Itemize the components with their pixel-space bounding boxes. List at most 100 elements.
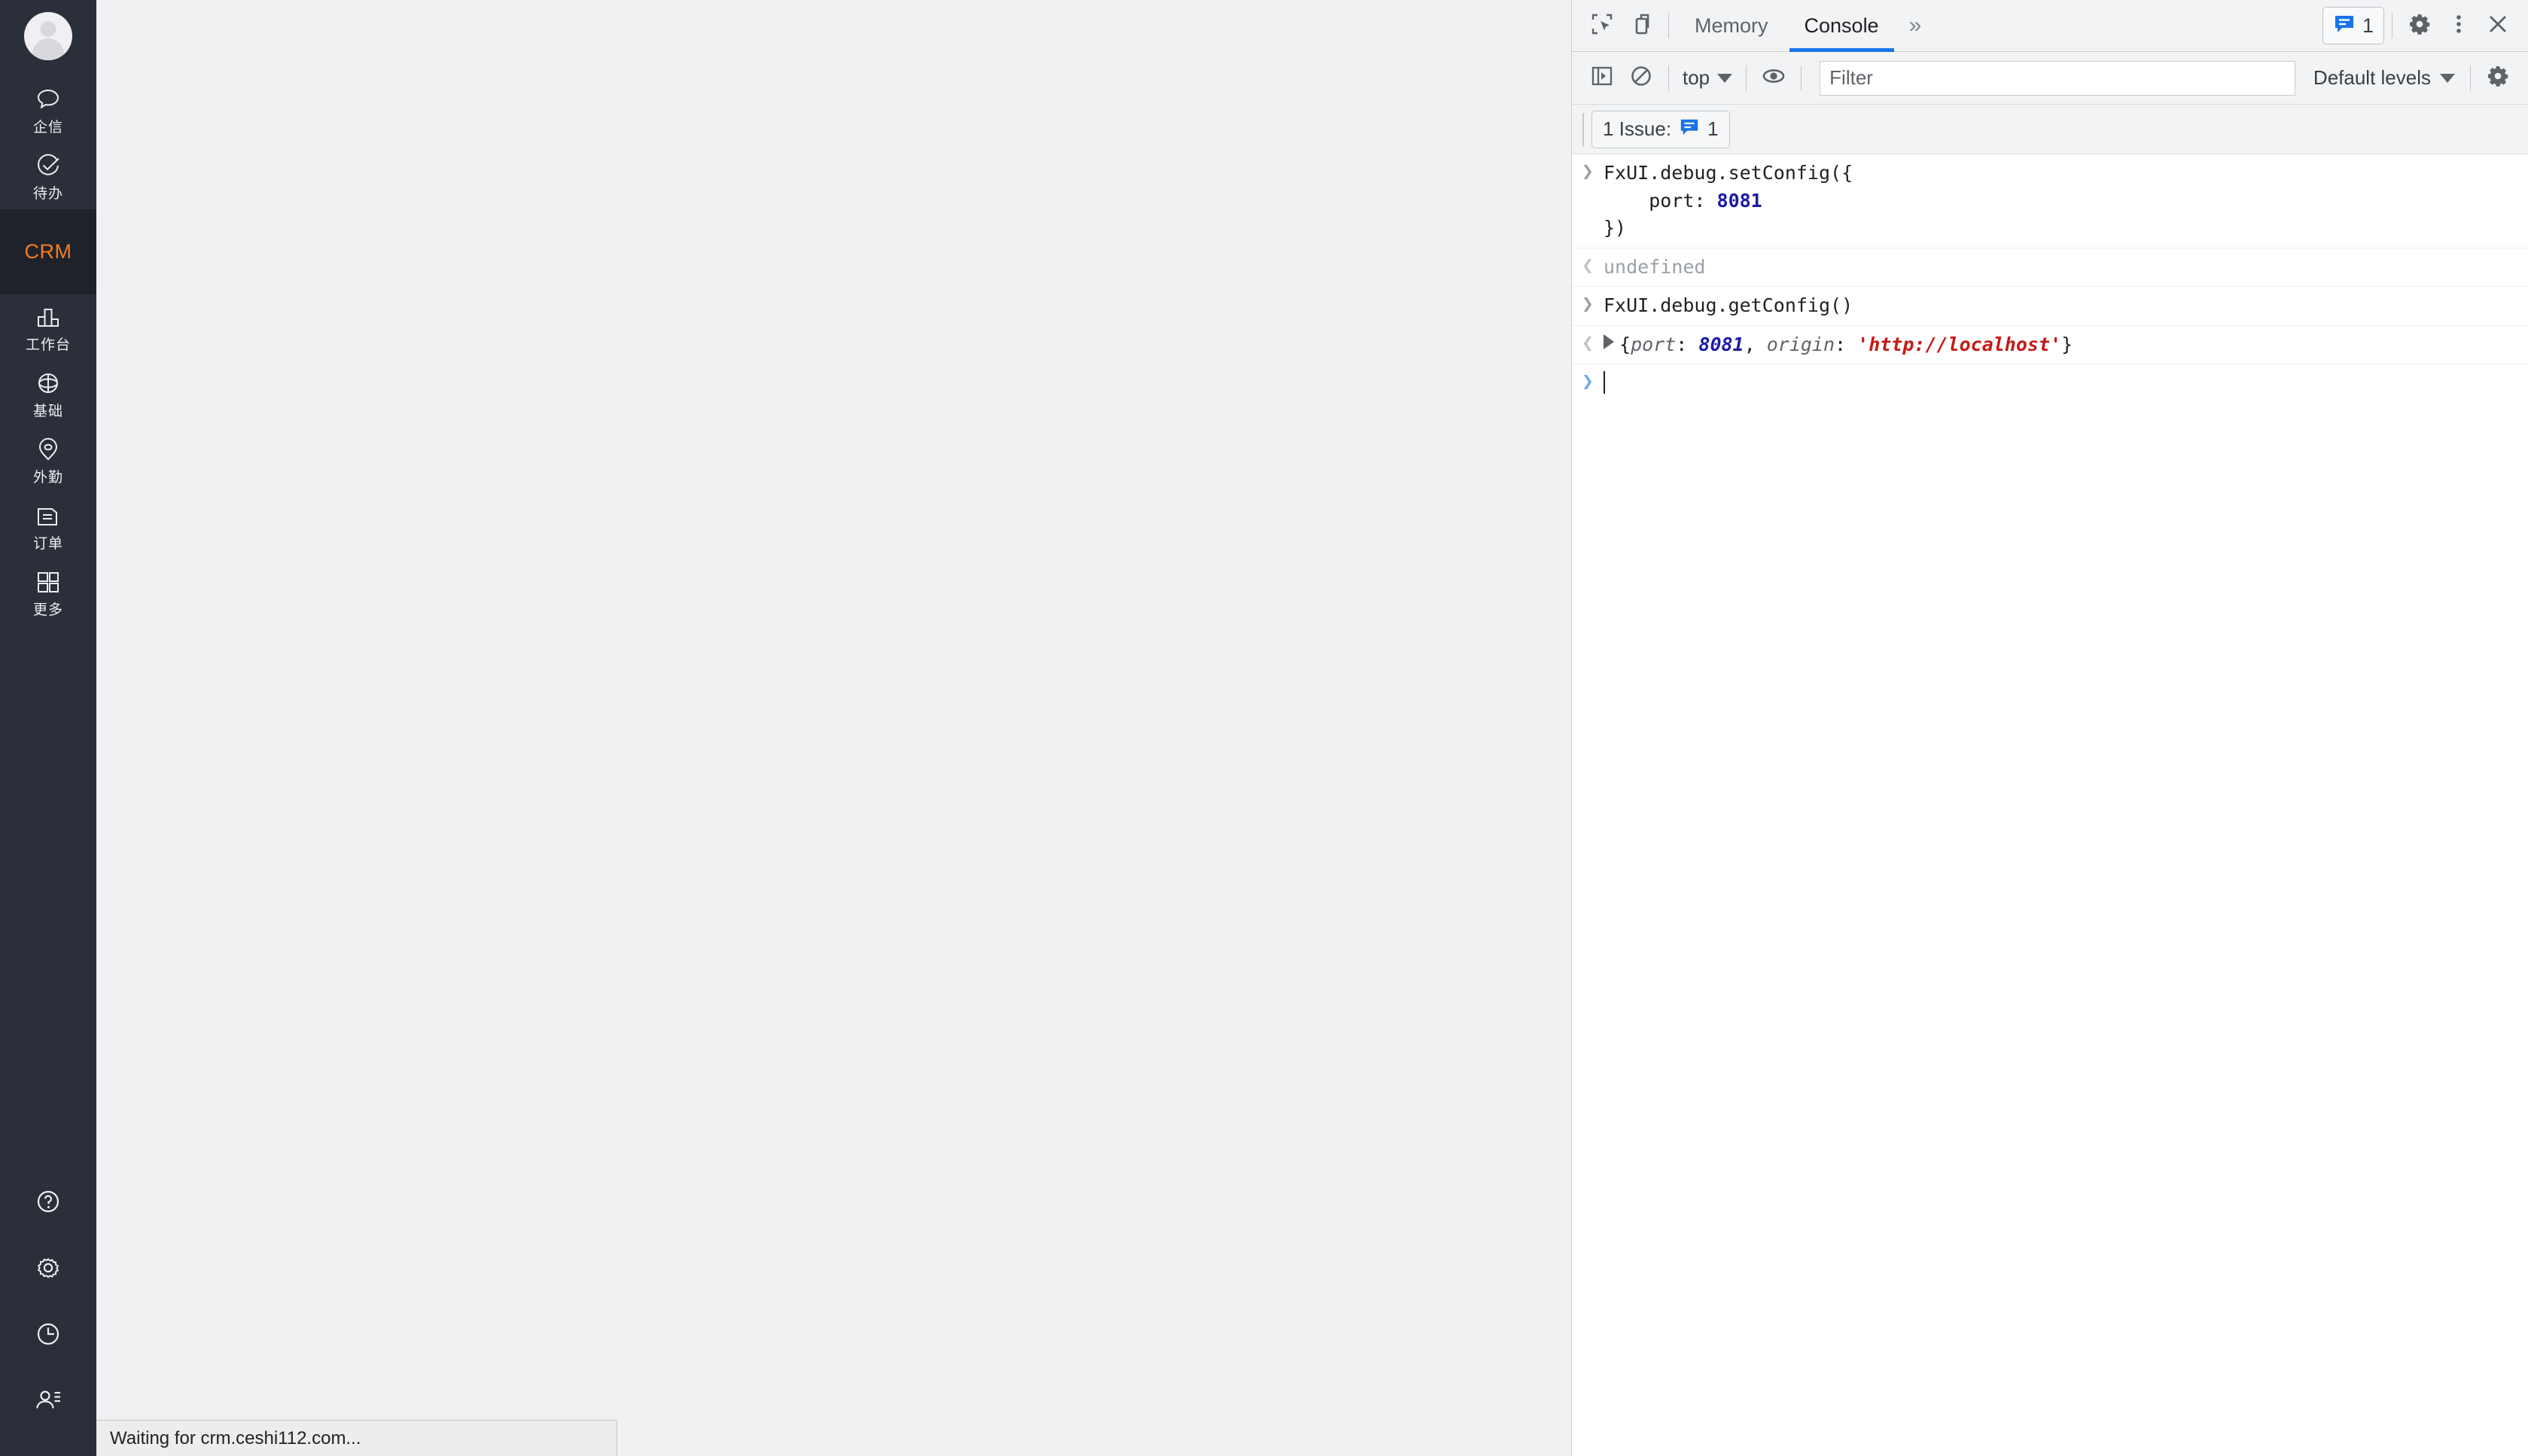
console-sidebar-icon bbox=[1590, 64, 1614, 92]
tab-memory[interactable]: Memory bbox=[1677, 0, 1786, 52]
device-toolbar-icon bbox=[1628, 11, 1654, 41]
console-input-arrow-icon: ❯ bbox=[1582, 293, 1594, 315]
browser-status-bar: Waiting for crm.ceshi112.com... bbox=[96, 1420, 617, 1456]
location-pin-icon bbox=[34, 435, 62, 464]
avatar-head bbox=[40, 21, 56, 37]
devtools-more-options-button[interactable] bbox=[2439, 6, 2478, 45]
tab-label: Console bbox=[1804, 14, 1879, 37]
console-filter-toolbar: top Default levels bbox=[1572, 52, 2528, 105]
sidebar-item-label: 外勤 bbox=[32, 469, 63, 486]
console-output-arrow-icon: ❮ bbox=[1582, 331, 1594, 355]
console-token: FxUI.debug.setConfig({ bbox=[1604, 162, 1853, 184]
console-input-arrow-icon: ❯ bbox=[1582, 160, 1594, 183]
sidebar-item-gongzuotai[interactable]: 工作台 bbox=[0, 294, 96, 361]
devtools-toolbar: Memory Console » 1 bbox=[1572, 0, 2528, 52]
avatar[interactable] bbox=[24, 12, 72, 60]
console-sidebar-toggle-button[interactable] bbox=[1582, 59, 1622, 98]
app-root: 企信 待办 CRM 工作台 基础 外勤 订单 更多 Waiting for cr… bbox=[0, 0, 2528, 1456]
issues-bar-count: 1 bbox=[1707, 117, 1719, 140]
console-text-caret bbox=[1604, 371, 1605, 394]
sidebar-item-label: 工作台 bbox=[25, 337, 71, 353]
eye-icon bbox=[1762, 64, 1786, 92]
console-input-row[interactable]: ❯ FxUI.debug.setConfig({ port: 8081 }) bbox=[1572, 154, 2528, 248]
clear-console-icon bbox=[1629, 64, 1653, 92]
console-input-text: FxUI.debug.setConfig({ port: 8081 }) bbox=[1604, 160, 2528, 242]
help-circle-icon bbox=[33, 1186, 63, 1217]
devtools-settings-button[interactable] bbox=[2400, 6, 2439, 45]
more-vertical-icon bbox=[2447, 13, 2470, 39]
console-output-text: {port: 8081, origin: 'http://localhost'} bbox=[1604, 331, 2528, 359]
issue-message-icon bbox=[1679, 117, 1700, 142]
page-content-area: Waiting for crm.ceshi112.com... bbox=[96, 0, 1571, 1456]
sidebar-item-qixin[interactable]: 企信 bbox=[0, 77, 96, 143]
issue-message-icon bbox=[2333, 13, 2356, 39]
sidebar-item-label: 待办 bbox=[32, 185, 63, 202]
console-token: origin bbox=[1766, 333, 1835, 355]
gear-icon bbox=[2485, 63, 2511, 93]
console-token: } bbox=[2061, 333, 2073, 355]
chat-bubble-icon bbox=[34, 85, 62, 114]
console-settings-button[interactable] bbox=[2478, 59, 2517, 98]
console-issues-bar: 1 Issue: 1 bbox=[1572, 105, 2528, 154]
sidebar-item-jichu[interactable]: 基础 bbox=[0, 361, 96, 427]
more-tabs-button[interactable]: » bbox=[1897, 0, 1934, 52]
sidebar-section-label: CRM bbox=[24, 240, 72, 263]
live-expression-button[interactable] bbox=[1754, 59, 1793, 98]
sidebar-item-label: 基础 bbox=[32, 403, 63, 419]
clear-console-button[interactable] bbox=[1622, 59, 1661, 98]
chevron-down-icon bbox=[2440, 73, 2455, 83]
console-message-list[interactable]: ❯ FxUI.debug.setConfig({ port: 8081 }) ❮ un… bbox=[1572, 154, 2528, 1456]
console-output-row[interactable]: ❮ {port: 8081, origin: 'http://localhost'… bbox=[1572, 326, 2528, 364]
console-token: port bbox=[1631, 333, 1677, 355]
console-input-row[interactable]: ❯ FxUI.debug.getConfig() bbox=[1572, 287, 2528, 326]
left-sidebar: 企信 待办 CRM 工作台 基础 外勤 订单 更多 bbox=[0, 0, 96, 1456]
inspect-element-button[interactable] bbox=[1582, 6, 1622, 45]
sidebar-item-daiban[interactable]: 待办 bbox=[0, 143, 96, 209]
console-token: 8081 bbox=[1716, 189, 1762, 212]
document-list-icon bbox=[34, 501, 62, 530]
console-output-text: undefined bbox=[1604, 254, 2528, 282]
sidebar-item-gengduo[interactable]: 更多 bbox=[0, 559, 96, 626]
log-levels-label: Default levels bbox=[2313, 66, 2431, 89]
issues-bar-button[interactable]: 1 Issue: 1 bbox=[1591, 110, 1730, 148]
sidebar-item-contacts[interactable] bbox=[0, 1367, 96, 1433]
device-toolbar-button[interactable] bbox=[1622, 6, 1661, 45]
grid-squares-icon bbox=[34, 568, 62, 596]
bar-chart-icon bbox=[34, 303, 62, 331]
tab-console[interactable]: Console bbox=[1786, 0, 1897, 52]
console-filter-input[interactable] bbox=[1820, 60, 2295, 96]
filterbar-divider bbox=[2470, 65, 2471, 91]
sidebar-item-history[interactable] bbox=[0, 1301, 96, 1367]
issues-bar-label: 1 Issue: bbox=[1603, 117, 1672, 140]
devtools-close-button[interactable] bbox=[2478, 6, 2517, 45]
inspect-element-icon bbox=[1589, 11, 1615, 41]
sidebar-item-help[interactable] bbox=[0, 1168, 96, 1235]
issues-count: 1 bbox=[2362, 14, 2374, 37]
sidebar-item-label: 企信 bbox=[32, 119, 63, 136]
sidebar-item-settings[interactable] bbox=[0, 1235, 96, 1301]
user-list-icon bbox=[33, 1385, 63, 1415]
console-prompt-row[interactable]: ❯ bbox=[1572, 364, 2528, 403]
filterbar-divider bbox=[1801, 65, 1802, 91]
console-token: : bbox=[1676, 333, 1699, 355]
log-levels-selector[interactable]: Default levels bbox=[2306, 66, 2463, 90]
console-token: { bbox=[1619, 333, 1631, 355]
globe-icon bbox=[34, 369, 62, 398]
console-token: 'http://localhost' bbox=[1857, 333, 2062, 355]
execution-context-selector[interactable]: top bbox=[1677, 66, 1738, 90]
tab-label: Memory bbox=[1695, 14, 1768, 37]
devtools-panel: Memory Console » 1 top Filter Default le… bbox=[1571, 0, 2528, 1456]
console-prompt-text bbox=[1604, 370, 2528, 398]
sidebar-item-waiqin[interactable]: 外勤 bbox=[0, 427, 96, 493]
sidebar-item-dingdan[interactable]: 订单 bbox=[0, 493, 96, 559]
console-output-row[interactable]: ❮ undefined bbox=[1572, 248, 2528, 287]
issues-counter-button[interactable]: 1 bbox=[2322, 7, 2384, 44]
issues-bar-divider bbox=[1582, 112, 1584, 146]
console-input-text: FxUI.debug.getConfig() bbox=[1604, 292, 2528, 320]
console-token: , bbox=[1744, 333, 1767, 355]
sidebar-section-crm[interactable]: CRM bbox=[0, 209, 96, 294]
gear-icon bbox=[2407, 11, 2432, 41]
toolbar-divider bbox=[1668, 13, 1669, 38]
console-token: }) bbox=[1604, 217, 1627, 239]
expand-object-triangle-icon[interactable] bbox=[1604, 334, 1614, 349]
